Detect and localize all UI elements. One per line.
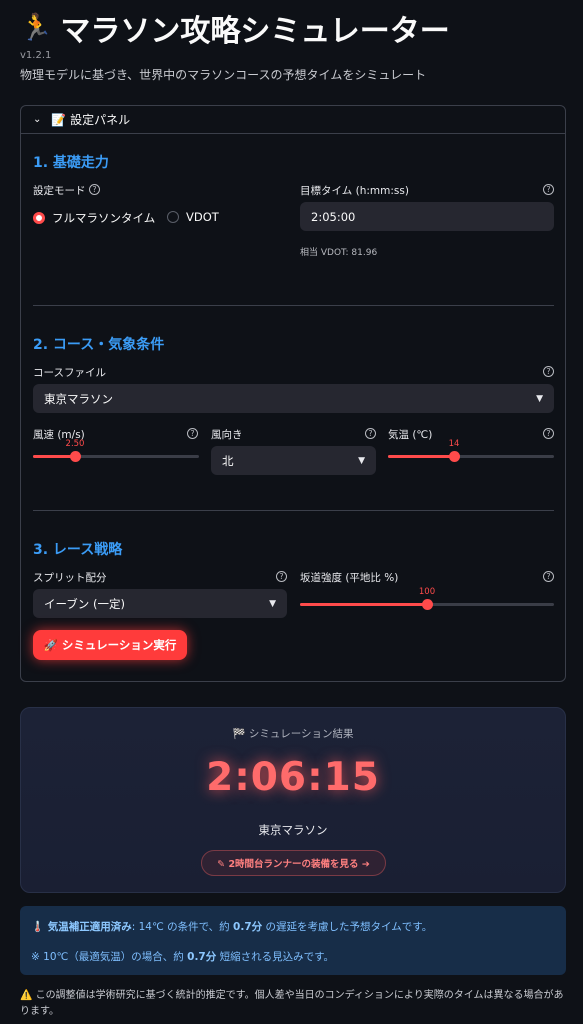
mode-option-label: フルマラソンタイム [52, 211, 156, 225]
help-icon[interactable]: ? [187, 428, 198, 439]
radio-unselected-icon [167, 211, 179, 223]
chevron-down-icon: ▼ [358, 455, 365, 466]
hill-intensity-slider[interactable]: 100 [300, 587, 554, 614]
radio-selected-icon [33, 212, 45, 224]
view-gear-button[interactable]: ✎ 2時間台ランナーの装備を見る ➔ [201, 850, 386, 876]
help-icon[interactable]: ? [365, 428, 376, 439]
slider-value: 100 [418, 587, 436, 597]
version-label: v1.2.1 [20, 50, 52, 61]
help-icon[interactable]: ? [543, 571, 554, 582]
course-file-label: コースファイル [33, 367, 106, 379]
settings-panel-header[interactable]: ⌄ 📝 設定パネル [21, 106, 565, 134]
help-icon[interactable]: ? [89, 184, 100, 195]
info-value: 0.7分 [187, 951, 217, 963]
split-select-value: イーブン (一定) [44, 596, 125, 611]
info-value: 0.7分 [233, 921, 263, 933]
slider-fill [300, 603, 427, 606]
run-simulation-button[interactable]: 🚀 シミュレーション実行 [33, 630, 187, 660]
result-label: 🏁 シミュレーション結果 [232, 728, 354, 740]
slider-handle[interactable] [449, 451, 460, 462]
result-time: 2:06:15 [206, 755, 380, 800]
runner-icon: 🏃 [20, 13, 53, 43]
section-basic-ability-heading: 1. 基礎走力 [33, 155, 109, 171]
info-text: 短縮される見込みです。 [216, 951, 335, 963]
temperature-label: 気温 (℃) [388, 429, 433, 441]
disclaimer-note: ⚠️ この調整値は学術研究に基づく統計的推定です。個人差や当日のコンディションに… [20, 990, 564, 1017]
course-select-value: 東京マラソン [44, 391, 113, 406]
app-title: 🏃 マラソン攻略シミュレーター [20, 6, 450, 50]
result-card: 🏁 シミュレーション結果 2:06:15 東京マラソン ✎ 2時間台ランナーの装… [20, 707, 566, 893]
split-label: スプリット配分 [33, 572, 107, 584]
vdot-hint: 相当 VDOT: 81.96 [300, 248, 378, 258]
slider-value: 14 [448, 439, 460, 449]
info-strong: 🌡️ 気温補正適用済み [31, 921, 132, 933]
mode-radio-full-marathon[interactable]: フルマラソンタイム [33, 210, 155, 226]
slider-fill [388, 455, 454, 458]
help-icon[interactable]: ? [543, 184, 554, 195]
help-icon[interactable]: ? [543, 366, 554, 377]
info-text: の遅延を考慮した予想タイムです。 [262, 921, 433, 933]
split-select[interactable]: イーブン (一定) ▼ [33, 589, 287, 618]
slider-handle[interactable] [422, 599, 433, 610]
info-line-2: ※ 10℃（最適気温）の場合、約 0.7分 短縮される見込みです。 [31, 949, 334, 964]
app-title-text: マラソン攻略シミュレーター [60, 14, 450, 49]
chevron-down-icon: ▼ [536, 393, 543, 404]
mode-radio-vdot[interactable]: VDOT [167, 210, 219, 224]
temperature-slider[interactable]: 14 [388, 439, 554, 466]
wind-speed-slider[interactable]: 2.50 [33, 439, 199, 466]
target-time-label: 目標タイム (h:mm:ss) [300, 185, 409, 197]
wind-direction-label: 風向き [211, 429, 243, 441]
mode-label: 設定モード [33, 185, 86, 197]
wind-direction-select[interactable]: 北 ▼ [211, 446, 376, 475]
hill-intensity-label: 坂道強度 (平地比 %) [300, 572, 399, 584]
info-text: ※ 10℃（最適気温）の場合、約 [31, 951, 188, 963]
section-divider [33, 510, 554, 511]
app-subtitle: 物理モデルに基づき、世界中のマラソンコースの予想タイムをシミュレート [20, 68, 427, 82]
temperature-info-box: 🌡️ 気温補正適用済み: 14℃ の条件で、約 0.7分 の遅延を考慮した予想タ… [20, 906, 566, 975]
info-text: : 14℃ の条件で、約 [131, 921, 234, 933]
chevron-down-icon: ▼ [269, 598, 276, 609]
section-divider [33, 305, 554, 306]
result-course: 東京マラソン [258, 823, 328, 837]
section-course-weather-heading: 2. コース・気象条件 [33, 337, 165, 353]
slider-fill [33, 455, 75, 458]
section-race-strategy-heading: 3. レース戦略 [33, 542, 123, 558]
mode-option-label: VDOT [186, 210, 219, 224]
target-time-input[interactable]: 2:05:00 [300, 202, 554, 231]
help-icon[interactable]: ? [276, 571, 287, 582]
course-select[interactable]: 東京マラソン ▼ [33, 384, 554, 413]
help-icon[interactable]: ? [543, 428, 554, 439]
wind-direction-value: 北 [222, 453, 234, 468]
slider-value: 2.50 [65, 439, 85, 449]
settings-panel-title: 📝 設定パネル [51, 113, 131, 127]
chevron-down-icon: ⌄ [33, 114, 42, 125]
info-line-1: 🌡️ 気温補正適用済み: 14℃ の条件で、約 0.7分 の遅延を考慮した予想タ… [31, 919, 432, 934]
settings-panel: ⌄ 📝 設定パネル 1. 基礎走力 設定モード ? フルマラソンタイム VDOT… [20, 105, 566, 682]
slider-handle[interactable] [70, 451, 81, 462]
